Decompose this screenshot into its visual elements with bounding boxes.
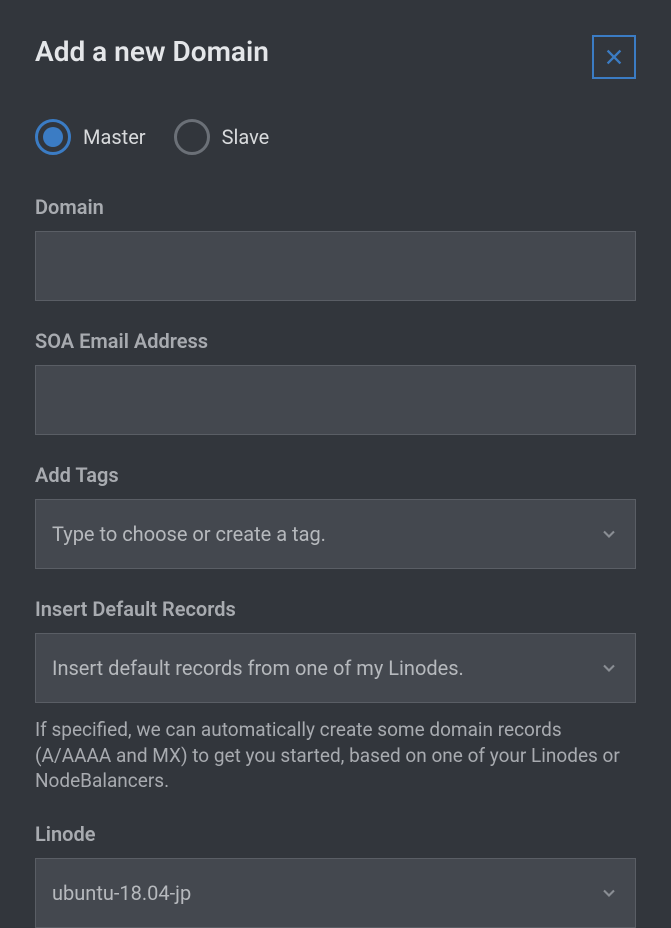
domain-field: Domain: [35, 195, 636, 301]
tags-field: Add Tags Type to choose or create a tag.: [35, 463, 636, 569]
default-records-help: If specified, we can automatically creat…: [35, 717, 636, 794]
soa-email-label: SOA Email Address: [35, 329, 636, 353]
radio-master-label: Master: [83, 125, 146, 149]
radio-indicator: [35, 119, 71, 155]
radio-inner-dot: [43, 127, 63, 147]
tags-select[interactable]: Type to choose or create a tag.: [35, 499, 636, 569]
default-records-select[interactable]: Insert default records from one of my Li…: [35, 633, 636, 703]
dialog-header: Add a new Domain: [35, 35, 636, 79]
radio-master[interactable]: Master: [35, 119, 146, 155]
close-icon: [603, 46, 625, 68]
radio-slave[interactable]: Slave: [174, 119, 270, 155]
default-records-value: Insert default records from one of my Li…: [52, 656, 599, 680]
domain-label: Domain: [35, 195, 636, 219]
domain-input[interactable]: [35, 231, 636, 301]
close-button[interactable]: [592, 35, 636, 79]
default-records-field: Insert Default Records Insert default re…: [35, 597, 636, 794]
chevron-down-icon: [599, 883, 619, 903]
tags-label: Add Tags: [35, 463, 636, 487]
tags-placeholder: Type to choose or create a tag.: [52, 522, 599, 546]
radio-indicator: [174, 119, 210, 155]
linode-field: Linode ubuntu-18.04-jp: [35, 822, 636, 928]
linode-value: ubuntu-18.04-jp: [52, 881, 599, 905]
domain-type-radio-group: Master Slave: [35, 119, 636, 155]
radio-slave-label: Slave: [222, 125, 270, 149]
soa-email-input[interactable]: [35, 365, 636, 435]
soa-email-field: SOA Email Address: [35, 329, 636, 435]
dialog-title: Add a new Domain: [35, 35, 269, 68]
chevron-down-icon: [599, 524, 619, 544]
chevron-down-icon: [599, 658, 619, 678]
default-records-label: Insert Default Records: [35, 597, 636, 621]
linode-select[interactable]: ubuntu-18.04-jp: [35, 858, 636, 928]
linode-label: Linode: [35, 822, 636, 846]
